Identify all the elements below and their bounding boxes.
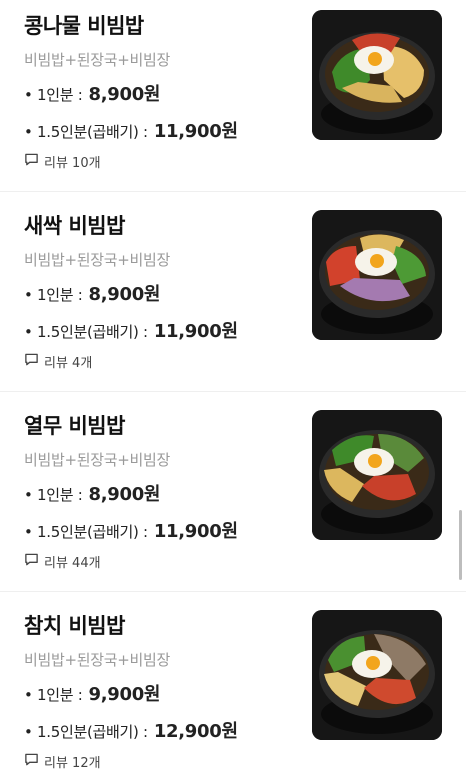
price-value: 11,900원: [153, 121, 238, 142]
price-row-single: • 1인분 : 8,900원: [24, 280, 160, 306]
price-label: • 1.5인분(곱배기) :: [24, 323, 148, 341]
price-label: • 1.5인분(곱배기) :: [24, 123, 148, 141]
price-value: 8,900원: [88, 84, 161, 105]
review-link[interactable]: 리뷰 4개: [24, 352, 92, 371]
price-value: 8,900원: [88, 284, 161, 305]
price-row-large: • 1.5인분(곱배기) : 12,900원: [24, 717, 238, 743]
price-label: • 1인분 :: [24, 86, 83, 104]
review-count: 리뷰 44개: [44, 556, 101, 571]
price-row-large: • 1.5인분(곱배기) : 11,900원: [24, 317, 238, 343]
menu-item-name: 열무 비빔밥: [24, 414, 125, 438]
price-value: 11,900원: [153, 521, 238, 542]
review-link[interactable]: 리뷰 12개: [24, 752, 101, 771]
menu-item[interactable]: 콩나물 비빔밥 비빔밥+된장국+비빔장 • 1인분 : 8,900원 • 1.5…: [0, 0, 466, 192]
comment-icon: [24, 552, 44, 571]
review-count: 리뷰 12개: [44, 756, 101, 771]
review-link[interactable]: 리뷰 10개: [24, 152, 101, 171]
price-value: 12,900원: [153, 721, 238, 742]
menu-item[interactable]: 참치 비빔밥 비빔밥+된장국+비빔장 • 1인분 : 9,900원 • 1.5인…: [0, 600, 466, 781]
menu-item-description: 비빔밥+된장국+비빔장: [24, 451, 171, 469]
price-label: • 1.5인분(곱배기) :: [24, 723, 148, 741]
price-label: • 1.5인분(곱배기) :: [24, 523, 148, 541]
price-row-single: • 1인분 : 8,900원: [24, 80, 160, 106]
menu-item-description: 비빔밥+된장국+비빔장: [24, 651, 171, 669]
price-value: 9,900원: [88, 684, 161, 705]
price-row-large: • 1.5인분(곱배기) : 11,900원: [24, 117, 238, 143]
menu-item[interactable]: 열무 비빔밥 비빔밥+된장국+비빔장 • 1인분 : 8,900원 • 1.5인…: [0, 400, 466, 592]
comment-icon: [24, 352, 44, 371]
review-count: 리뷰 4개: [44, 356, 93, 371]
menu-item-name: 새싹 비빔밥: [24, 214, 125, 238]
price-value: 11,900원: [153, 321, 238, 342]
price-value: 8,900원: [88, 484, 161, 505]
menu-item-description: 비빔밥+된장국+비빔장: [24, 51, 171, 69]
menu-item-photo[interactable]: [312, 10, 442, 140]
comment-icon: [24, 152, 44, 171]
review-count: 리뷰 10개: [44, 156, 101, 171]
price-label: • 1인분 :: [24, 286, 83, 304]
comment-icon: [24, 752, 44, 771]
menu-item[interactable]: 새싹 비빔밥 비빔밥+된장국+비빔장 • 1인분 : 8,900원 • 1.5인…: [0, 200, 466, 392]
review-link[interactable]: 리뷰 44개: [24, 552, 101, 571]
price-label: • 1인분 :: [24, 686, 83, 704]
menu-item-name: 참치 비빔밥: [24, 614, 125, 638]
scrollbar[interactable]: [459, 510, 462, 580]
menu-item-description: 비빔밥+된장국+비빔장: [24, 251, 171, 269]
menu-item-name: 콩나물 비빔밥: [24, 14, 144, 38]
price-row-large: • 1.5인분(곱배기) : 11,900원: [24, 517, 238, 543]
price-row-single: • 1인분 : 8,900원: [24, 480, 160, 506]
price-label: • 1인분 :: [24, 486, 83, 504]
menu-item-photo[interactable]: [312, 610, 442, 740]
price-row-single: • 1인분 : 9,900원: [24, 680, 160, 706]
menu-item-photo[interactable]: [312, 410, 442, 540]
menu-item-photo[interactable]: [312, 210, 442, 340]
